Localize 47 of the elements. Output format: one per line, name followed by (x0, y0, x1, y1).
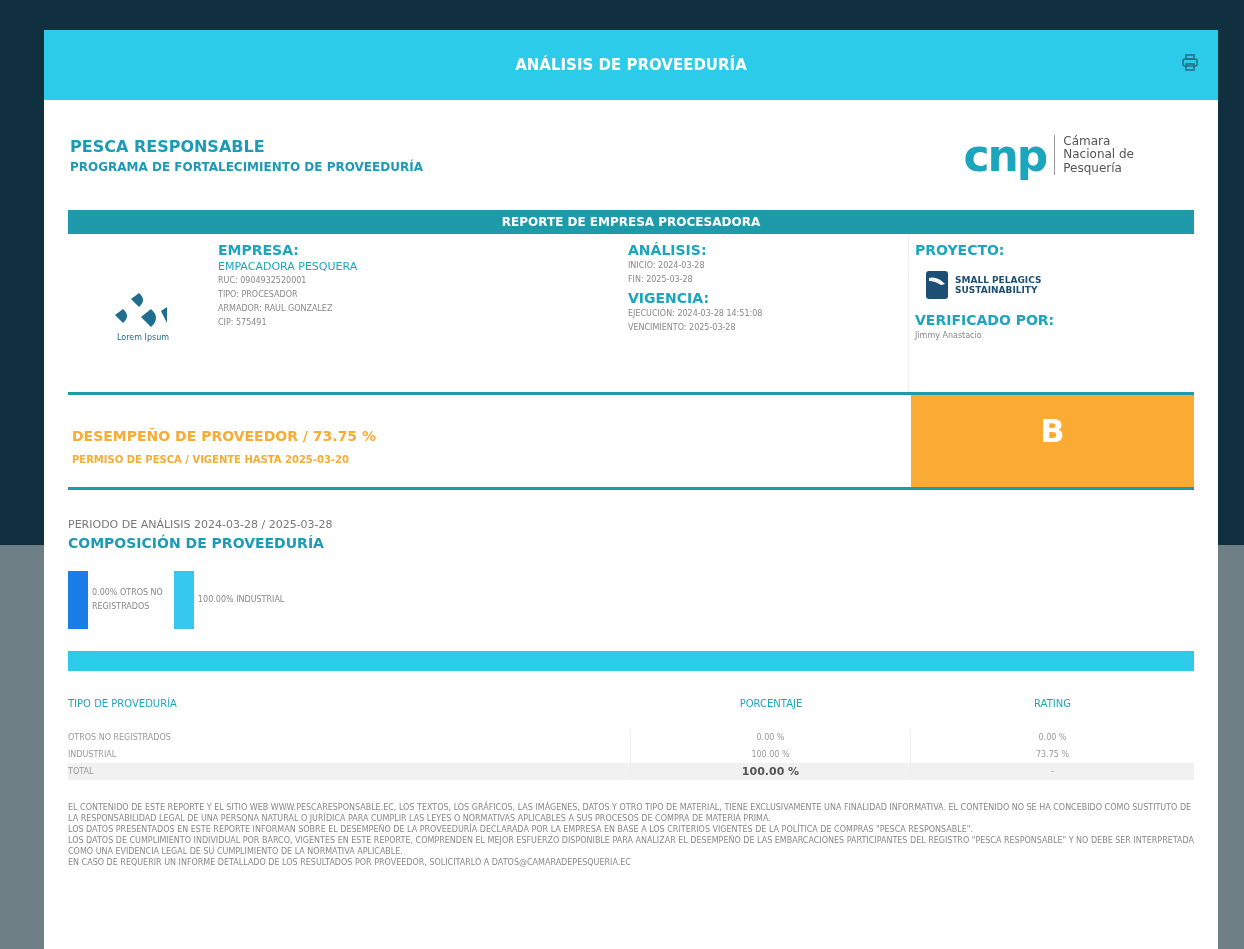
table-cell: 0.00 % (631, 729, 911, 746)
disclaimer-text: LOS DATOS PRESENTADOS EN ESTE REPORTE INFORMAN SOBRE EL DESEMPEÑO DE LA PROVEEDURÍA DECLARADA POR LA EMPRESA EN BASE A LOS CRITERIOS VIGENTES DE LA POLÍTICA DE COMPRAS "PESCA RESPONSABLE". (68, 824, 974, 835)
field-heading: PROYECTO: (915, 242, 1006, 258)
logo-wordmark: cnp (963, 129, 1047, 181)
table-cell-text: 0.00 % (1037, 732, 1068, 744)
disclaimer-text: EN CASO DE REQUERIR UN INFORME DETALLADO DE LOS RESULTADOS POR PROVEEDOR, SOLICITARLO A DATOS@CAMARADEPESQUERIA.EC (68, 857, 632, 868)
detail-text: EJECUCIÓN: 2024-03-28 14:51:08 (628, 308, 764, 320)
report-subtitle: PROGRAMA DE FORTALECIMIENTO DE PROVEEDURÍA (70, 159, 423, 174)
fish-badge-icon (925, 270, 949, 300)
field-heading: VERIFICADO POR: (915, 312, 1056, 328)
section-bar: REPORTE DE EMPRESA PROCESADORA (68, 210, 1194, 234)
field-heading: EMPRESA: (218, 242, 300, 258)
detail-text: ARMADOR: RAUL GONZALEZ (218, 303, 334, 315)
detail-text: FIN: 2025-03-28 (628, 274, 694, 286)
print-icon (1182, 54, 1198, 72)
field-heading: ANÁLISIS: (628, 242, 708, 258)
report-title: PESCA RESPONSABLE (70, 136, 266, 156)
table-cell: TOTAL (68, 763, 631, 780)
logo-caption: Cámara Nacional de Pesquería (1063, 135, 1134, 175)
table-cell-text: 73.75 % (1034, 749, 1070, 761)
table-cell: OTROS NO REGISTRADOS (68, 729, 631, 746)
column-header: RATING (1033, 697, 1072, 709)
project-logo: SMALL PELAGICS SUSTAINABILITY (925, 270, 1194, 300)
column-header: PORCENTAJE (738, 697, 804, 709)
table-cell-text: - (1050, 766, 1055, 778)
column-header: TIPO DE PROVEDURÍA (68, 697, 178, 709)
period-text: PERIODO DE ANÁLISIS 2024-03-28 / 2025-03-28 (68, 518, 334, 531)
verifier-name: Jimmy Anastacio (915, 330, 983, 342)
composition-label: 0.00% OTROS NO REGISTRADOS (92, 586, 164, 613)
print-button[interactable] (1182, 54, 1198, 72)
permit-status: PERMISO DE PESCA / VIGENTE HASTA 2025-03-20 (72, 453, 350, 465)
detail-text: CIP: 575491 (218, 317, 268, 329)
table-cell: 100.00 % (631, 763, 911, 780)
performance-score: DESEMPEÑO DE PROVEEDOR / 73.75 % (72, 427, 377, 444)
company-logo: Lorem Ipsum (111, 290, 175, 342)
disclaimer-text: EL CONTENIDO DE ESTE REPORTE Y EL SITIO WEB WWW.PESCARESPONSABLE.EC, LOS TEXTOS, LOS GRÁFICOS, LAS IMÁGENES, DATOS Y OTRO TIPO DE MATERIAL, TIENE EXCLUSIVAMENTE UNA FINALIDAD INFORMATIVA. EL CONTENIDO NO SE HA CONCEBIDO COMO SUSTITUTO DE LA RESPONSABILIDAD LEGAL DE UNA PERSONA NATURAL O JURÍDICA PARA CUMPLIR LAS LEYES O NORMATIVAS APLICABLES A SUS PROCESOS DE COMPRA DE MATERIA PRIMA. (68, 802, 1193, 823)
composition-label: 100.00% INDUSTRIAL (198, 593, 285, 606)
detail-text: RUC: 0904932520001 (218, 275, 308, 287)
grade-badge: B (911, 395, 1194, 487)
company-name: EMPACADORA PESQUERA (218, 260, 359, 273)
field-heading: VIGENCIA: (628, 290, 710, 306)
section-title: COMPOSICIÓN DE PROVEEDURÍA (68, 535, 325, 551)
disclaimer-text: LOS DATOS DE CUMPLIMIENTO INDIVIDUAL POR BARCO, VIGENTES EN ESTE REPORTE, COMPRENDEN EL MEJOR ESFUERZO DISPONIBLE PARA ANALIZAR EL DESEMPEÑO DE LAS EMBARCACIONES PARTICIPANTES DEL REGISTRO "PESCA RESPONSABLE" Y NO DEBE SER INTERPRETADA COMO UNA EVIDENCIA LEGAL DE SU CUMPLIMIENTO DE LA NORMATIVA APLICABLE. (68, 835, 1194, 857)
detail-text: INICIO: 2024-03-28 (628, 260, 706, 272)
modal-title: ANÁLISIS DE PROVEEDURÍA (515, 56, 747, 74)
detail-text: VENCIMIENTO: 2025-03-28 (628, 322, 737, 334)
detail-text: TIPO: PROCESADOR (218, 289, 299, 301)
